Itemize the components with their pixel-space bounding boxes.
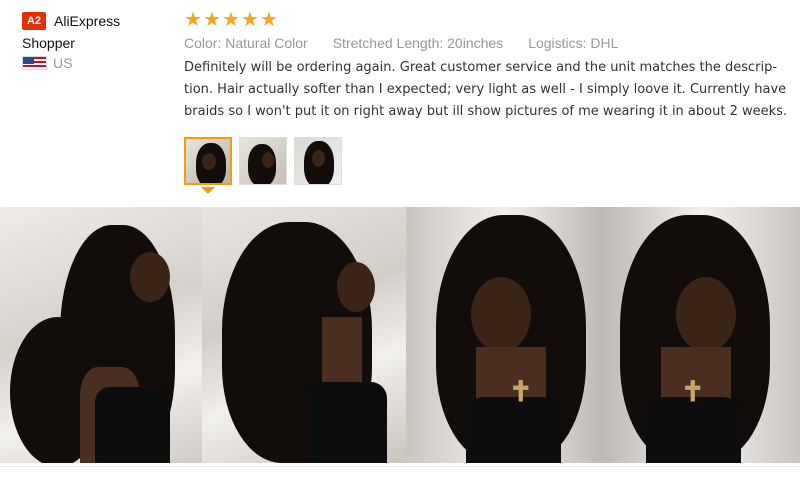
review-body: ★★★★★ Color: Natural Color Stretched Len…: [184, 8, 794, 123]
star-icon: ★: [260, 9, 278, 31]
attr-length: Stretched Length: 20inches: [332, 35, 504, 51]
country-label: US: [53, 55, 73, 72]
review-photo-2[interactable]: [202, 207, 406, 463]
cross-pendant-icon: ✝: [681, 376, 705, 407]
thumbnail-3[interactable]: [294, 137, 342, 185]
reviewer-info: A2 AliExpress Shopper US: [22, 12, 172, 71]
reviewer-name: AliExpress: [54, 13, 121, 29]
star-icon: ★: [241, 9, 259, 31]
us-flag-icon: [22, 56, 47, 71]
reviewer-badge: A2: [22, 12, 46, 30]
reviewer-name-line2: Shopper: [22, 35, 75, 52]
star-icon: ★: [184, 9, 202, 31]
star-rating: ★★★★★: [184, 8, 794, 32]
thumbnail-2[interactable]: [239, 137, 287, 185]
cross-pendant-icon: ✝: [509, 376, 533, 407]
review-photo-3[interactable]: ✝ ✝: [406, 207, 800, 463]
reviewer-country: US: [22, 55, 172, 71]
star-icon: ★: [203, 9, 221, 31]
review-text: Definitely will be ordering again. Great…: [184, 60, 788, 119]
star-icon: ★: [222, 9, 240, 31]
attr-color: Color: Natural Color: [184, 35, 308, 51]
photo-thumbnails: [184, 137, 349, 185]
attr-logistics: Logistics: DHL: [528, 35, 619, 51]
review-photo-1[interactable]: [0, 207, 202, 463]
divider: [0, 466, 800, 467]
selected-thumbnail-indicator: [201, 187, 215, 194]
photo-gallery: ✝ ✝: [0, 207, 800, 463]
thumbnail-1[interactable]: [184, 137, 232, 185]
product-attributes: Color: Natural Color Stretched Length: 2…: [184, 35, 794, 51]
